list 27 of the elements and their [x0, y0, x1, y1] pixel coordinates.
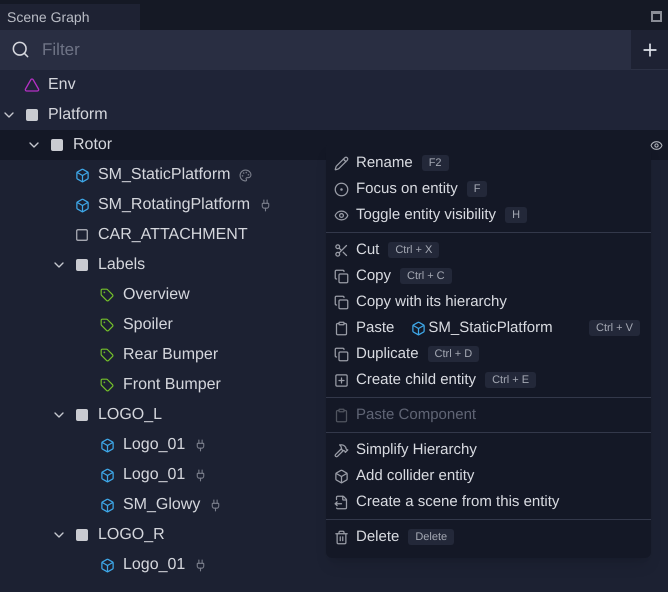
- shortcut-badge: Ctrl + C: [400, 268, 452, 284]
- entity-name: SM_StaticPlatform: [98, 165, 230, 185]
- shortcut-badge: Ctrl + D: [428, 346, 480, 362]
- entity-name: Front Bumper: [123, 375, 221, 395]
- entity-name: Rear Bumper: [123, 345, 218, 365]
- shortcut-badge: Delete: [408, 529, 454, 545]
- shortcut-badge: H: [505, 207, 528, 223]
- entity-name: Spoiler: [123, 315, 173, 335]
- entity-name: CAR_ATTACHMENT: [98, 225, 248, 245]
- shortcut-badge: Ctrl + E: [485, 372, 536, 388]
- shortcut-badge: Ctrl + X: [388, 242, 440, 258]
- entity-name: SM_RotatingPlatform: [98, 195, 250, 215]
- paste-target: SM_StaticPlatform: [411, 316, 553, 340]
- entity-name: Labels: [98, 255, 146, 275]
- shortcut-badge: F2: [422, 155, 449, 171]
- shortcut-badge: Ctrl + V: [589, 320, 640, 336]
- entity-name: Env: [48, 75, 76, 95]
- entity-name: LOGO_R: [98, 525, 165, 545]
- entity-name: SM_Glowy: [123, 495, 200, 515]
- entity-name: Rotor: [73, 135, 112, 155]
- entity-name: Overview: [123, 285, 190, 305]
- entity-name: Logo_01: [123, 435, 186, 455]
- entity-name: Logo_01: [123, 465, 186, 485]
- shortcut-badge: F: [466, 181, 488, 197]
- entity-name: LOGO_L: [98, 405, 162, 425]
- entity-name: Platform: [48, 105, 108, 125]
- entity-name: Logo_01: [123, 555, 186, 575]
